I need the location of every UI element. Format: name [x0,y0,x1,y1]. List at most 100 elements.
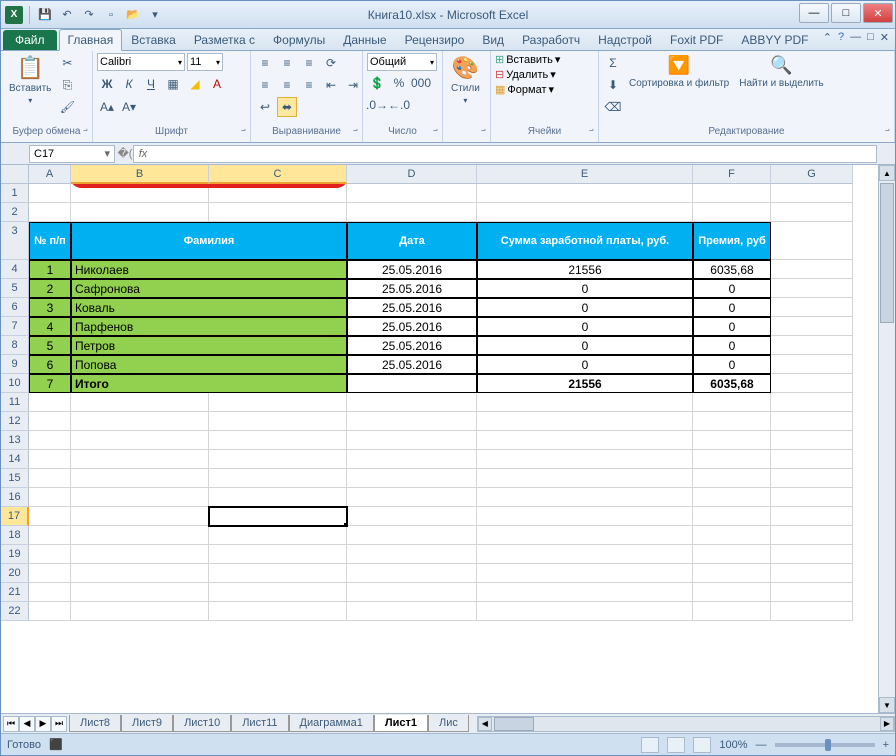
align-top-icon[interactable]: ≡ [255,53,275,73]
cell[interactable] [771,450,853,469]
cell[interactable]: 25.05.2016 [347,298,477,317]
align-center-icon[interactable]: ≡ [277,75,297,95]
cell[interactable] [771,431,853,450]
delete-cells-button[interactable]: ⊟ Удалить ▾ [495,68,560,81]
cell[interactable]: Николаев [71,260,347,279]
cell[interactable]: 0 [693,279,771,298]
row-header-5[interactable]: 5 [1,279,29,298]
tab-надстрой[interactable]: Надстрой [589,29,661,50]
cell[interactable] [209,184,347,203]
column-header-D[interactable]: D [347,165,477,184]
doc-restore-icon[interactable]: □ [867,31,874,44]
number-format-combo[interactable]: Общий▾ [367,53,437,71]
cell[interactable] [771,298,853,317]
cell[interactable] [71,507,209,526]
minimize-button[interactable]: — [799,3,829,23]
page-layout-view-button[interactable] [667,737,685,753]
tab-вставка[interactable]: Вставка [122,29,185,50]
cell[interactable] [71,450,209,469]
comma-icon[interactable]: 000 [411,73,431,93]
cell[interactable]: 25.05.2016 [347,279,477,298]
autosum-icon[interactable]: Σ [603,53,623,73]
cell[interactable] [477,393,693,412]
row-header-22[interactable]: 22 [1,602,29,621]
font-name-combo[interactable]: Calibri▾ [97,53,185,71]
cell[interactable] [693,450,771,469]
cell[interactable] [209,507,347,526]
cell[interactable] [477,526,693,545]
cell[interactable]: 0 [477,355,693,374]
cell[interactable] [771,469,853,488]
cell[interactable]: 21556 [477,260,693,279]
cell[interactable] [71,545,209,564]
cell[interactable] [771,203,853,222]
cell[interactable] [347,431,477,450]
file-tab[interactable]: Файл [3,30,57,50]
cell[interactable] [71,583,209,602]
cell[interactable] [29,564,71,583]
cell[interactable] [209,526,347,545]
cell[interactable] [209,469,347,488]
sort-filter-button[interactable]: 🔽 Сортировка и фильтр [625,53,733,91]
cell[interactable] [29,469,71,488]
page-break-view-button[interactable] [693,737,711,753]
redo-icon[interactable]: ↷ [80,6,98,24]
cell[interactable]: 0 [693,298,771,317]
column-header-G[interactable]: G [771,165,853,184]
cell[interactable] [347,526,477,545]
save-icon[interactable]: 💾 [36,6,54,24]
cells-grid[interactable]: № п/пФамилияДатаСумма заработной платы, … [29,184,853,713]
cell[interactable]: 0 [477,298,693,317]
zoom-slider[interactable] [775,743,875,747]
row-header-20[interactable]: 20 [1,564,29,583]
cell[interactable] [693,526,771,545]
cell[interactable] [209,545,347,564]
help-icon[interactable]: ? [838,31,844,44]
cell[interactable]: Премия, руб [693,222,771,260]
cell[interactable] [477,184,693,203]
cell[interactable] [771,564,853,583]
scroll-up-icon[interactable]: ▲ [879,165,895,181]
column-header-B[interactable]: B [71,165,209,184]
cell[interactable] [771,317,853,336]
format-cells-button[interactable]: ▦ Формат ▾ [495,83,560,96]
cell[interactable]: 1 [29,260,71,279]
indent-dec-icon[interactable]: ⇤ [321,75,341,95]
cell[interactable] [771,507,853,526]
tab-формулы[interactable]: Формулы [264,29,334,50]
italic-button[interactable]: К [119,74,139,94]
cell[interactable] [347,203,477,222]
cell[interactable] [347,583,477,602]
cell[interactable]: 6035,68 [693,260,771,279]
cell[interactable] [693,583,771,602]
zoom-out-button[interactable]: — [756,739,767,751]
column-header-C[interactable]: C [209,165,347,184]
cell[interactable] [347,393,477,412]
cell[interactable] [693,431,771,450]
cell[interactable] [347,507,477,526]
tab-abbyy pdf[interactable]: ABBYY PDF [732,29,817,50]
cell[interactable] [771,374,853,393]
cell[interactable]: 7 [29,374,71,393]
cell[interactable] [693,507,771,526]
cell[interactable] [29,507,71,526]
cell[interactable] [477,602,693,621]
sheet-tab-Лист9[interactable]: Лист9 [121,715,173,732]
cell[interactable] [771,545,853,564]
bold-button[interactable]: Ж [97,74,117,94]
cell[interactable]: Сафронова [71,279,347,298]
clear-icon[interactable]: ⌫ [603,97,623,117]
row-header-4[interactable]: 4 [1,260,29,279]
cell[interactable]: Фамилия [71,222,347,260]
cell[interactable] [71,488,209,507]
close-button[interactable]: ✕ [863,3,893,23]
cell[interactable] [477,488,693,507]
cell[interactable] [71,469,209,488]
cell[interactable] [209,412,347,431]
cell[interactable] [209,602,347,621]
cell[interactable]: 6 [29,355,71,374]
cancel-formula-icon[interactable]: �( [117,147,133,160]
cell[interactable]: 2 [29,279,71,298]
sheet-tab-Лист11[interactable]: Лист11 [231,715,288,732]
fill-icon[interactable]: ⬇ [603,75,623,95]
